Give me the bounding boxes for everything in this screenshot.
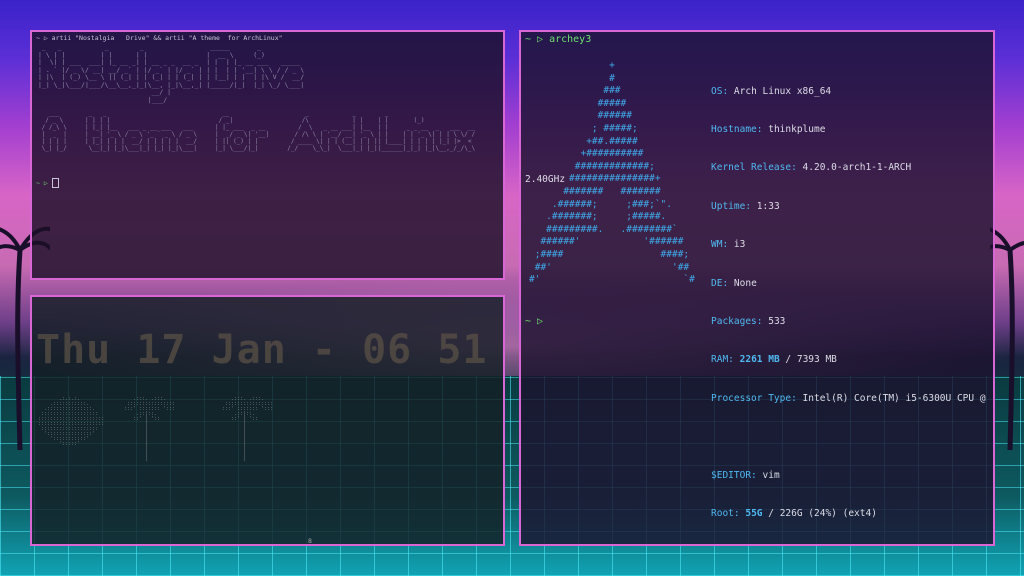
- status-marker: 8: [308, 537, 312, 545]
- cpu-wrap-text: 2.40GHz: [525, 174, 566, 185]
- ascii-palm-tree-icon: .:::. .:::. :::::::::::::::: :::' ::::::…: [124, 396, 176, 462]
- info-uptime: Uptime: 1:33: [711, 200, 780, 212]
- text-cursor: [51, 178, 59, 188]
- info-blank: [711, 431, 986, 444]
- ascii-art-theme-archlinux: ___ _ _ __ _ _ _ / _ \ | | | | / _| /\ |…: [41, 110, 476, 152]
- info-root: Root: 55G / 226G (24%) (ext4): [711, 507, 877, 519]
- info-os: OS: Arch Linux x86_64: [711, 85, 832, 97]
- clock-display: Thu 17 Jan - 06 51: [36, 327, 488, 373]
- terminal-window-artii[interactable]: ~ ▷ artii "Nostalgia Drive" && artii "A …: [30, 30, 505, 280]
- ascii-palm-tree-icon-2: .:::. .:::. :::::::::::::::: :::' ::::::…: [222, 396, 274, 462]
- ascii-sun-icon: .:.:.:. .:::::::::::. .:::::::::::::::. …: [38, 396, 105, 447]
- terminal-window-clock[interactable]: Thu 17 Jan - 06 51 .:.:.:. .:::::::::::.…: [30, 295, 505, 546]
- palm-tree-right-icon: [990, 227, 1024, 450]
- info-processor: Processor Type: Intel(R) Core(TM) i5-630…: [711, 392, 986, 404]
- artii-command: ~ ▷ artii "Nostalgia Drive" && artii "A …: [36, 34, 283, 42]
- archey-command: ~ ▷ archey3: [525, 34, 592, 45]
- terminal-window-archey[interactable]: ~ ▷ archey3 + # ### ##### ###### ; #####…: [519, 30, 995, 546]
- info-packages: Packages: 533: [711, 315, 786, 327]
- ascii-art-nostalgia-drive: _ _ _ _ _____ _ | \ | | | | | | | __ \ (…: [38, 43, 305, 104]
- info-editor: $EDITOR: vim: [711, 469, 780, 481]
- info-kernel: Kernel Release: 4.20.0-arch1-1-ARCH: [711, 162, 912, 174]
- system-info: OS: Arch Linux x86_64 Hostname: thinkplu…: [711, 60, 986, 544]
- shell-prompt: ~ ▷: [36, 178, 59, 188]
- shell-prompt-right: ~ ▷: [525, 316, 544, 327]
- info-hostname: Hostname: thinkplume: [711, 123, 826, 135]
- info-de: DE: None: [711, 277, 757, 289]
- info-wm: WM: i3: [711, 239, 746, 251]
- info-ram: RAM: 2261 MB / 7393 MB: [711, 354, 837, 366]
